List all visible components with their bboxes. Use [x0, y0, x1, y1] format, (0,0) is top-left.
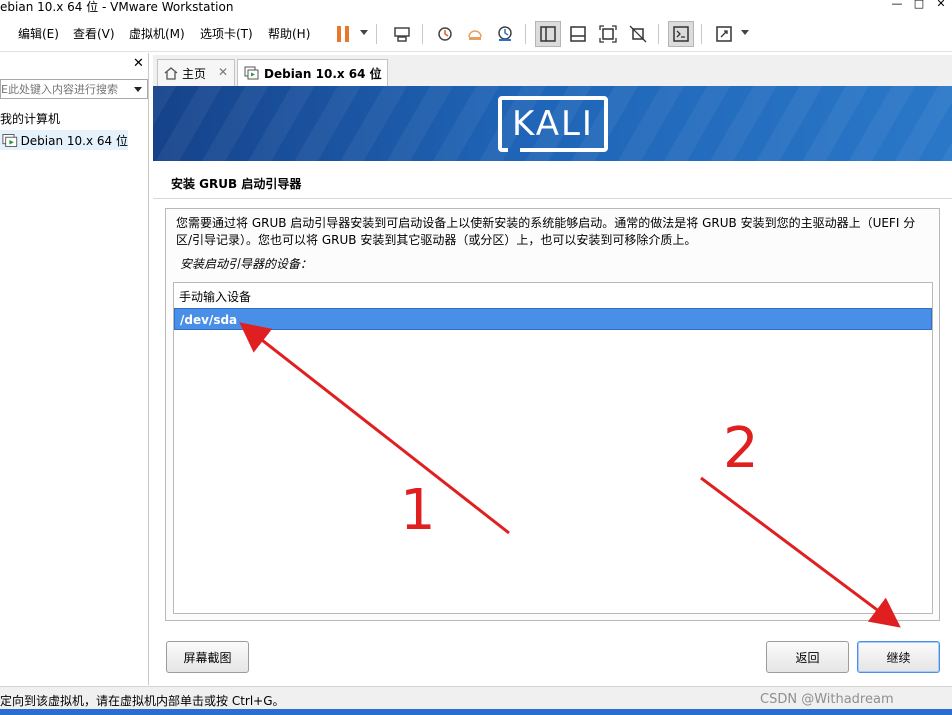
unity-mode-button[interactable]	[625, 21, 651, 47]
search-dropdown-icon[interactable]	[134, 87, 142, 92]
back-button[interactable]: 返回	[766, 641, 849, 673]
thumbnail-layout-icon	[570, 26, 586, 42]
full-screen-icon	[599, 25, 617, 43]
installer-banner: KALI	[153, 86, 952, 161]
revert-snapshot-icon	[468, 30, 482, 40]
description-line-1: 您需要通过将 GRUB 启动引导器安装到可启动设备上以使新安装的系统能够启动。通…	[176, 216, 916, 230]
library-vm-label: Debian 10.x 64 位	[20, 133, 128, 148]
show-library-button[interactable]	[535, 21, 561, 47]
status-bar: 定向到该虚拟机，请在虚拟机内部单击或按 Ctrl+G。 CSDN @Withad…	[0, 686, 952, 715]
console-view-button[interactable]	[668, 21, 694, 47]
revert-snapshot-button[interactable]	[462, 21, 488, 47]
annotation-label-2: 2	[723, 416, 759, 481]
toolbar-separator	[525, 24, 526, 44]
library-layout-icon	[540, 26, 556, 42]
maximize-button[interactable]: □	[908, 0, 930, 12]
description-line-2: 区/引导记录）。您也可以将 GRUB 安装到其它驱动器（或分区）上，也可以安装到…	[176, 233, 697, 247]
status-strip	[0, 709, 952, 715]
tab-home-label: 主页	[182, 66, 207, 81]
watermark: CSDN @Withadream	[760, 692, 894, 707]
menu-vm[interactable]: 虚拟机(M)	[129, 25, 185, 42]
annotation-label-1: 1	[400, 478, 436, 543]
snapshot-button[interactable]	[432, 21, 458, 47]
thumbnail-bar-button[interactable]	[565, 21, 591, 47]
device-option-manual[interactable]: 手动输入设备	[174, 286, 932, 308]
library-vm-item[interactable]: Debian 10.x 64 位	[0, 130, 128, 150]
toolbar-separator	[701, 24, 702, 44]
snapshot-manager-button[interactable]	[492, 21, 518, 47]
toolbar-separator	[658, 24, 659, 44]
close-window-button[interactable]: ✕	[930, 0, 952, 12]
page-title: 安装 GRUB 启动引导器	[171, 177, 302, 191]
window-title: ebian 10.x 64 位 - VMware Workstation	[0, 0, 234, 14]
title-bar: ebian 10.x 64 位 - VMware Workstation — □…	[0, 0, 952, 14]
window-controls: — □ ✕	[886, 0, 952, 12]
toolbar-separator	[422, 24, 423, 44]
kali-logo-notch	[508, 148, 520, 156]
kali-logo: KALI	[498, 96, 608, 152]
tab-strip: 主页 ✕ Debian 10.x 64 位 ✕	[153, 55, 952, 86]
snapshot-clock-icon	[438, 27, 452, 41]
menu-edit[interactable]: 编辑(E)	[18, 25, 59, 42]
tab-home[interactable]: 主页 ✕	[157, 59, 235, 86]
tab-debian-vm-close-button[interactable]: ✕	[371, 65, 381, 79]
full-screen-button[interactable]	[595, 21, 621, 47]
toolbar-separator	[376, 24, 377, 44]
library-panel: ✕ 我的计算机 Debian 10.x 64 位	[0, 53, 149, 685]
home-icon	[164, 67, 178, 80]
vm-icon	[2, 134, 18, 147]
question-label: 安装启动引导器的设备：	[180, 257, 313, 271]
library-search-input[interactable]	[0, 79, 148, 99]
vm-console[interactable]: KALI 安装 GRUB 启动引导器 您需要通过将 GRUB 启动引导器安装到可…	[153, 86, 952, 685]
minimize-button[interactable]: —	[886, 0, 908, 12]
snapshot-manager-icon	[498, 26, 512, 41]
tab-home-close-button[interactable]: ✕	[218, 65, 228, 79]
console-icon	[673, 26, 689, 42]
library-root-item[interactable]: 我的计算机	[0, 110, 60, 127]
pause-dropdown-icon[interactable]	[360, 30, 368, 35]
stretch-guest-button[interactable]	[711, 21, 737, 47]
library-close-button[interactable]: ✕	[133, 56, 144, 71]
status-message: 定向到该虚拟机，请在虚拟机内部单击或按 Ctrl+G。	[0, 694, 285, 708]
device-list[interactable]: 手动输入设备 /dev/sda	[173, 282, 933, 614]
stretch-dropdown-icon[interactable]	[741, 30, 749, 35]
content-panel: 您需要通过将 GRUB 启动引导器安装到可启动设备上以使新安装的系统能够启动。通…	[165, 208, 940, 621]
screenshot-button[interactable]: 屏幕截图	[166, 641, 249, 673]
device-option-dev-sda[interactable]: /dev/sda	[174, 308, 932, 330]
send-ctrl-alt-del-button[interactable]	[389, 21, 415, 47]
library-root-label: 我的计算机	[0, 112, 61, 126]
tab-debian-vm[interactable]: Debian 10.x 64 位 ✕	[237, 59, 388, 86]
divider	[153, 198, 952, 199]
pause-button[interactable]	[330, 21, 356, 47]
pause-icon	[337, 26, 349, 42]
menu-tabs[interactable]: 选项卡(T)	[200, 25, 253, 42]
menu-help[interactable]: 帮助(H)	[268, 25, 310, 42]
tab-debian-vm-label: Debian 10.x 64 位	[264, 66, 382, 81]
continue-button[interactable]: 继续	[857, 641, 940, 673]
menu-view[interactable]: 查看(V)	[73, 25, 115, 42]
keyboard-send-icon	[394, 27, 410, 42]
stretch-icon	[716, 26, 732, 42]
unity-mode-icon	[629, 25, 647, 43]
vm-tab-icon	[244, 66, 259, 80]
menu-toolbar: 编辑(E) 查看(V) 虚拟机(M) 选项卡(T) 帮助(H)	[0, 16, 952, 52]
